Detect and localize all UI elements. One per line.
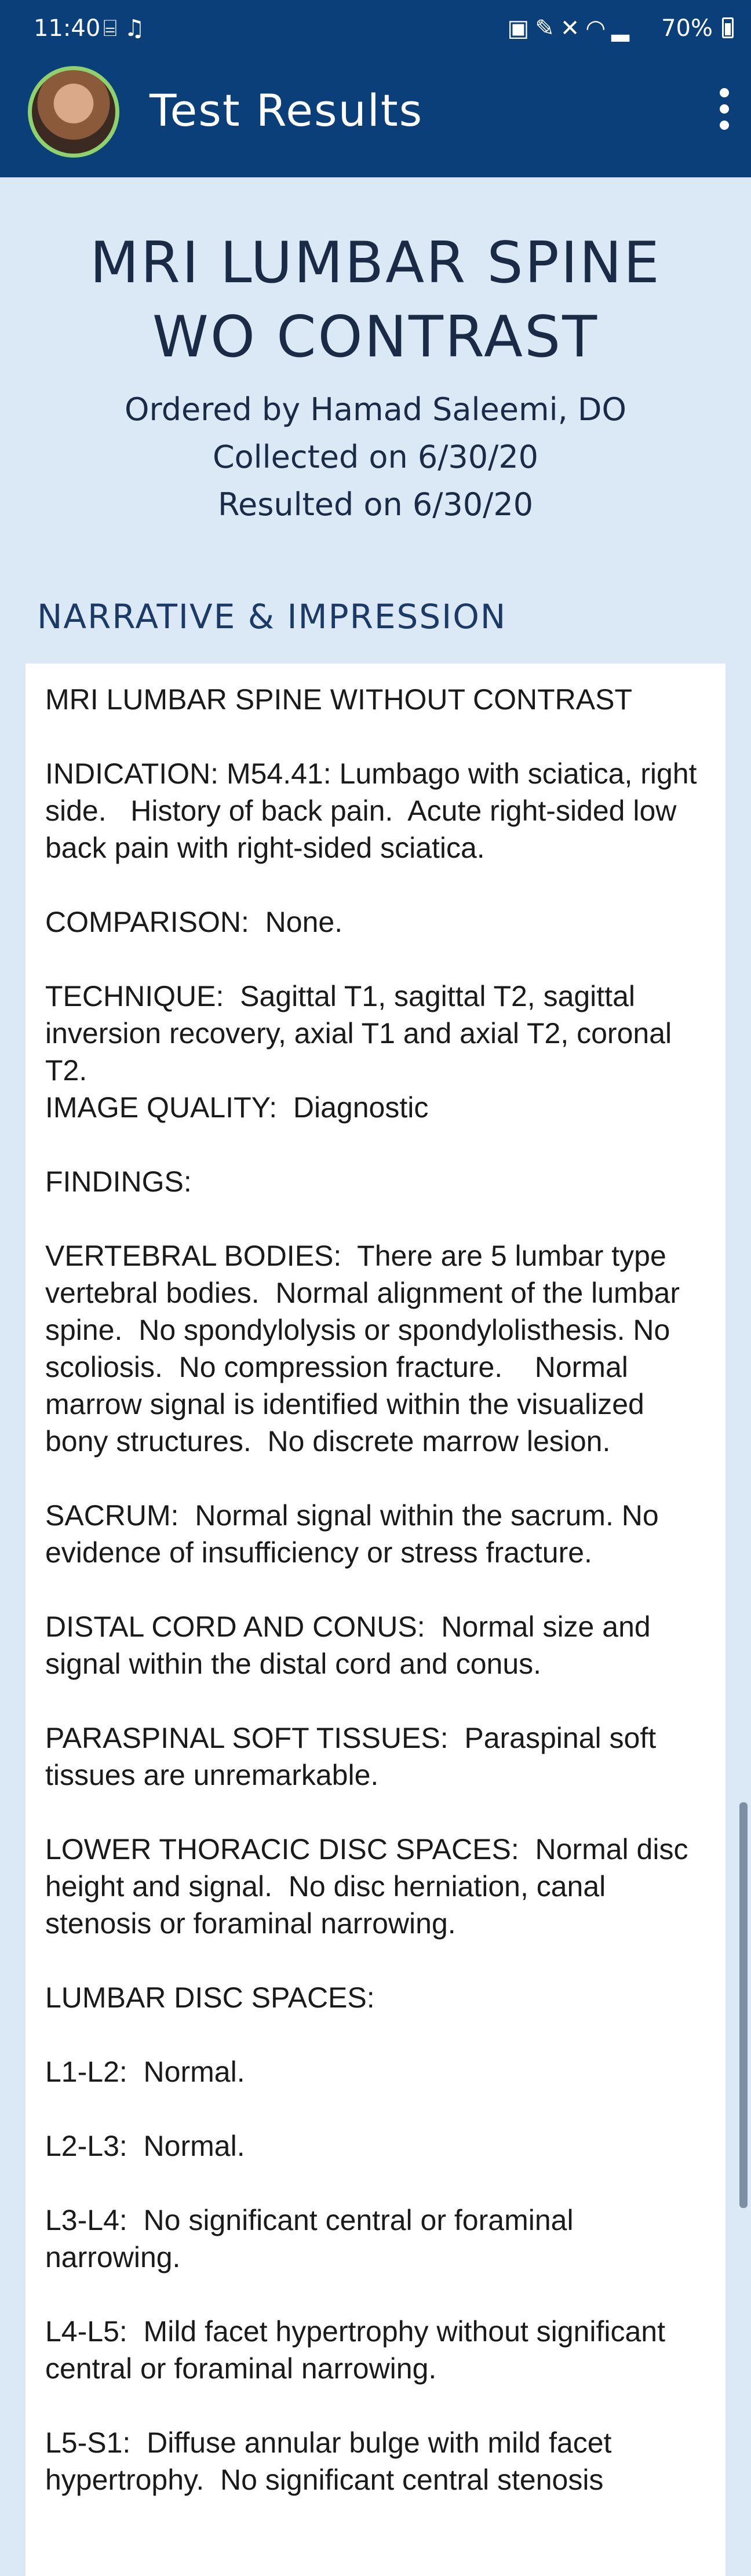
resulted-date: Resulted on 6/30/20 [217, 486, 534, 523]
narrative-paragraph: INDICATION: M54.41: Lumbago with sciatic… [45, 757, 705, 864]
narrative-paragraph: IMAGE QUALITY: Diagnostic [45, 1091, 429, 1124]
narrative-paragraph: SACRUM: Normal signal within the sacrum.… [45, 1499, 667, 1569]
status-time: 11:40 [34, 15, 101, 42]
signal-icon: ▂ [611, 15, 635, 42]
app-bar-title: Test Results [150, 85, 424, 136]
kebab-dot [720, 88, 729, 97]
battery-icon [722, 17, 734, 38]
ordered-by: Ordered by Hamad Saleemi, DO [124, 391, 626, 428]
alarm-icon: ♫ [124, 15, 152, 42]
narrative-paragraph: L1-L2: Normal. [45, 2056, 245, 2088]
kebab-dot [720, 104, 729, 114]
narrative-card: MRI LUMBAR SPINE WITHOUT CONTRAST INDICA… [25, 664, 726, 2576]
narrative-paragraph: DISTAL CORD AND CONUS: Normal size and s… [45, 1611, 659, 1680]
wifi-icon: ◠ [585, 15, 612, 42]
narrative-paragraph: LOWER THORACIC DISC SPACES: Normal disc … [45, 1833, 697, 1940]
status-left-icons: ⌸♫ [103, 15, 152, 42]
voicemail-icon: ⌸ [103, 15, 124, 42]
narrative-paragraph: VERTEBRAL BODIES: There are 5 lumbar typ… [45, 1240, 688, 1458]
narrative-paragraph: PARASPINAL SOFT TISSUES: Paraspinal soft… [45, 1722, 665, 1791]
narrative-paragraph: L5-S1: Diffuse annular bulge with mild f… [45, 2426, 620, 2496]
narrative-paragraph: L3-L4: No significant central or foramin… [45, 2204, 582, 2273]
narrative-paragraph: L4-L5: Mild facet hypertrophy without si… [45, 2315, 673, 2385]
scrollbar[interactable] [739, 1802, 748, 2208]
report-header: MRI LUMBAR SPINE WO CONTRAST Ordered by … [0, 226, 751, 529]
collected-date: Collected on 6/30/20 [212, 439, 539, 475]
narrative-paragraph: COMPARISON: None. [45, 906, 343, 938]
more-options-icon[interactable] [713, 88, 736, 137]
status-bar: 11:40 ⌸♫ ▣✎✕◠▂ 70% [0, 0, 751, 58]
lock-icon: ▣ [507, 15, 535, 42]
section-title: NARRATIVE & IMPRESSION [37, 597, 507, 636]
status-right-icons: ▣✎✕◠▂ [508, 15, 636, 42]
narrative-paragraph: LUMBAR DISC SPACES: [45, 1981, 375, 2014]
kebab-dot [720, 121, 729, 130]
avatar[interactable] [28, 66, 119, 158]
battery-percent: 70% [661, 15, 713, 42]
narrative-paragraph: FINDINGS: [45, 1165, 192, 1198]
pen-icon: ✎ [535, 15, 560, 42]
narrative-paragraph: MRI LUMBAR SPINE WITHOUT CONTRAST [45, 683, 633, 716]
report-title: MRI LUMBAR SPINE WO CONTRAST [90, 230, 661, 370]
narrative-paragraph: L2-L3: Normal. [45, 2130, 245, 2162]
mute-icon: ✕ [560, 15, 586, 42]
app-bar: Test Results [0, 58, 751, 177]
narrative-paragraph: TECHNIQUE: Sagittal T1, sagittal T2, sag… [45, 980, 680, 1087]
